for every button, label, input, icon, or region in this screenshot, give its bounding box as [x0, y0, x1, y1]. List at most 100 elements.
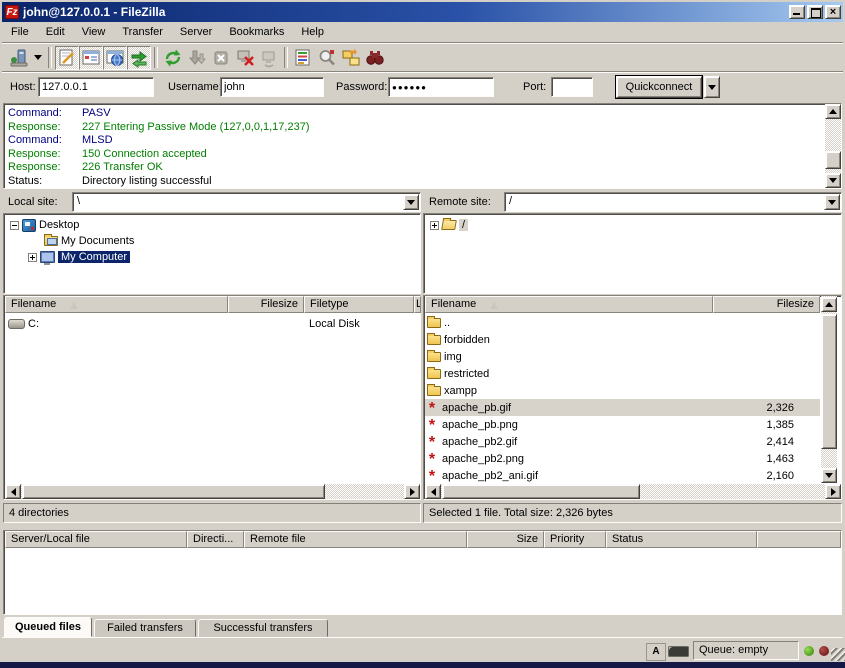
column-header-remote-file[interactable]: Remote file — [244, 531, 467, 548]
username-input[interactable] — [220, 77, 324, 97]
reconnect-button[interactable] — [257, 46, 281, 70]
column-header-filename[interactable]: Filename — [5, 296, 228, 313]
resize-grip[interactable] — [831, 648, 845, 661]
menu-server[interactable]: Server — [172, 24, 220, 40]
column-header-filesize[interactable]: Filesize — [713, 296, 820, 313]
synchronized-browsing-button[interactable] — [339, 46, 363, 70]
close-icon: × — [826, 6, 840, 19]
remote-site-dropdown-button[interactable] — [824, 194, 840, 210]
collapse-icon[interactable] — [10, 221, 19, 230]
scroll-left-button[interactable] — [425, 484, 441, 499]
scroll-right-button[interactable] — [404, 484, 420, 499]
remote-hscrollbar[interactable] — [425, 484, 841, 499]
transfer-type-indicator-icon[interactable]: A — [646, 643, 666, 661]
tree-item-desktop[interactable]: Desktop — [10, 217, 79, 233]
column-header-priority[interactable]: Priority — [544, 531, 606, 548]
quickconnect-dropdown-button[interactable] — [704, 76, 720, 98]
scroll-thumb[interactable] — [442, 484, 640, 499]
scroll-down-button[interactable] — [821, 468, 837, 483]
toggle-local-tree-button[interactable] — [79, 46, 103, 70]
remote-file-row-selected[interactable]: *apache_pb.gif2,326 — [425, 399, 820, 416]
scroll-up-button[interactable] — [825, 104, 841, 119]
remote-vscrollbar[interactable] — [821, 296, 837, 483]
local-site-combo[interactable]: \ — [72, 192, 421, 212]
remote-file-row[interactable]: *apache_pb2_ani.gif2,160 — [425, 467, 820, 484]
directory-comparison-button[interactable] — [315, 46, 339, 70]
port-input[interactable] — [551, 77, 593, 97]
menu-edit[interactable]: Edit — [38, 24, 73, 40]
find-files-button[interactable] — [363, 46, 387, 70]
scroll-thumb[interactable] — [22, 484, 325, 499]
title-bar[interactable]: Fz john@127.0.0.1 - FileZilla × — [2, 2, 843, 22]
sync-browsing-icon — [341, 48, 361, 68]
scroll-left-button[interactable] — [5, 484, 21, 499]
scroll-down-button[interactable] — [825, 173, 841, 188]
remote-site-combo[interactable]: / — [504, 192, 842, 212]
minimize-button[interactable] — [789, 5, 805, 19]
process-queue-button[interactable] — [185, 46, 209, 70]
column-header-server-local-file[interactable]: Server/Local file — [5, 531, 187, 548]
window-bottom-frame — [0, 662, 845, 668]
status-bar: A Queue: empty — [2, 640, 843, 662]
column-header-status[interactable]: Status — [606, 531, 757, 548]
column-header-blank[interactable] — [757, 531, 841, 548]
toggle-transfer-queue-button[interactable] — [127, 46, 151, 70]
cancel-button[interactable] — [209, 46, 233, 70]
scroll-right-button[interactable] — [825, 484, 841, 499]
image-file-icon: * — [425, 404, 439, 414]
menu-bookmarks[interactable]: Bookmarks — [221, 24, 292, 40]
sort-asc-icon — [70, 302, 78, 309]
column-header-filesize[interactable]: Filesize — [228, 296, 304, 313]
quickconnect-button[interactable]: Quickconnect — [616, 76, 702, 98]
toggle-message-log-button[interactable] — [55, 46, 79, 70]
close-button[interactable]: × — [825, 5, 841, 19]
menu-help[interactable]: Help — [293, 24, 332, 40]
local-site-dropdown-button[interactable] — [403, 194, 419, 210]
site-manager-button[interactable] — [7, 46, 31, 70]
site-manager-dropdown-button[interactable] — [31, 46, 45, 70]
remote-file-row[interactable]: *apache_pb2.gif2,414 — [425, 433, 820, 450]
tree-item-root[interactable]: / — [430, 217, 468, 233]
remote-file-row[interactable]: img — [425, 348, 820, 365]
menu-file[interactable]: File — [3, 24, 37, 40]
column-header-filetype[interactable]: Filetype — [304, 296, 414, 313]
comparison-icon — [317, 48, 337, 68]
local-hscrollbar[interactable] — [5, 484, 420, 499]
remote-file-row[interactable]: restricted — [425, 365, 820, 382]
maximize-button[interactable] — [807, 5, 823, 19]
tree-item-my-documents[interactable]: My Documents — [44, 233, 134, 249]
tab-failed-transfers[interactable]: Failed transfers — [94, 619, 196, 637]
host-input[interactable] — [38, 77, 154, 97]
remote-file-row[interactable]: .. — [425, 314, 820, 331]
tab-queued-files[interactable]: Queued files — [4, 617, 92, 637]
refresh-button[interactable] — [161, 46, 185, 70]
directory-filters-button[interactable] — [291, 46, 315, 70]
expand-icon[interactable] — [28, 253, 37, 262]
menu-view[interactable]: View — [74, 24, 114, 40]
column-header-truncated[interactable]: L — [414, 296, 421, 313]
expand-icon[interactable] — [430, 221, 439, 230]
scroll-thumb[interactable] — [821, 314, 837, 449]
local-status-bar: 4 directories — [3, 503, 421, 523]
disconnect-button[interactable] — [233, 46, 257, 70]
remote-file-row[interactable]: forbidden — [425, 331, 820, 348]
menu-transfer[interactable]: Transfer — [114, 24, 171, 40]
remote-file-row[interactable]: *apache_pb.png1,385 — [425, 416, 820, 433]
remote-file-row[interactable]: *apache_pb2.png1,463 — [425, 450, 820, 467]
scroll-up-button[interactable] — [821, 297, 837, 312]
local-file-row[interactable]: C: Local Disk — [6, 315, 418, 332]
toggle-remote-tree-button[interactable] — [103, 46, 127, 70]
filename: .. — [444, 317, 450, 329]
filename: xampp — [444, 385, 477, 397]
speedlimit-indicator-icon[interactable] — [668, 646, 689, 657]
column-header-size[interactable]: Size — [467, 531, 544, 548]
column-header-direction[interactable]: Directi... — [187, 531, 244, 548]
remote-file-row[interactable]: xampp — [425, 382, 820, 399]
column-header-filename[interactable]: Filename — [425, 296, 713, 313]
tree-item-my-computer[interactable]: My Computer — [28, 249, 130, 265]
password-input[interactable] — [388, 77, 494, 97]
log-scrollbar[interactable] — [825, 104, 841, 188]
scroll-thumb[interactable] — [825, 151, 841, 169]
arrow-right-icon — [831, 488, 836, 496]
tab-successful-transfers[interactable]: Successful transfers — [198, 619, 328, 637]
